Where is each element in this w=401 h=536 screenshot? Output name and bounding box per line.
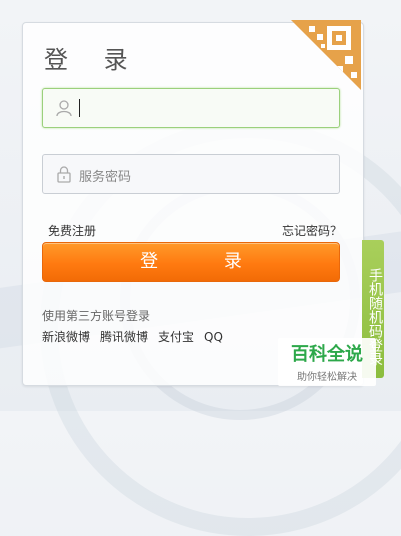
third-party-label: 使用第三方账号登录 [42,309,151,323]
password-placeholder: 服务密码 [79,170,132,185]
provider-alipay[interactable]: 支付宝 [158,330,194,344]
login-title: 登 录 [44,46,142,74]
watermark-logo: 百科全说 助你轻松解决 [278,338,376,386]
register-link[interactable]: 免费注册 [48,222,96,239]
watermark-subtitle: 助你轻松解决 [297,372,357,383]
provider-sina-weibo[interactable]: 新浪微博 [42,330,90,344]
password-field[interactable]: 服务密码 [42,154,340,194]
third-party-links: 新浪微博 腾讯微博 支付宝 QQ [42,328,233,345]
user-icon [56,100,72,117]
login-button[interactable]: 登 录 [42,242,340,282]
provider-tencent-weibo[interactable]: 腾讯微博 [100,330,148,344]
text-caret [79,99,80,117]
forgot-password-link[interactable]: 忘记密码？ [282,222,342,239]
provider-qq[interactable]: QQ [204,330,223,344]
watermark-title: 百科全说 [291,344,363,365]
username-field[interactable] [42,88,340,128]
lock-icon [57,166,71,183]
